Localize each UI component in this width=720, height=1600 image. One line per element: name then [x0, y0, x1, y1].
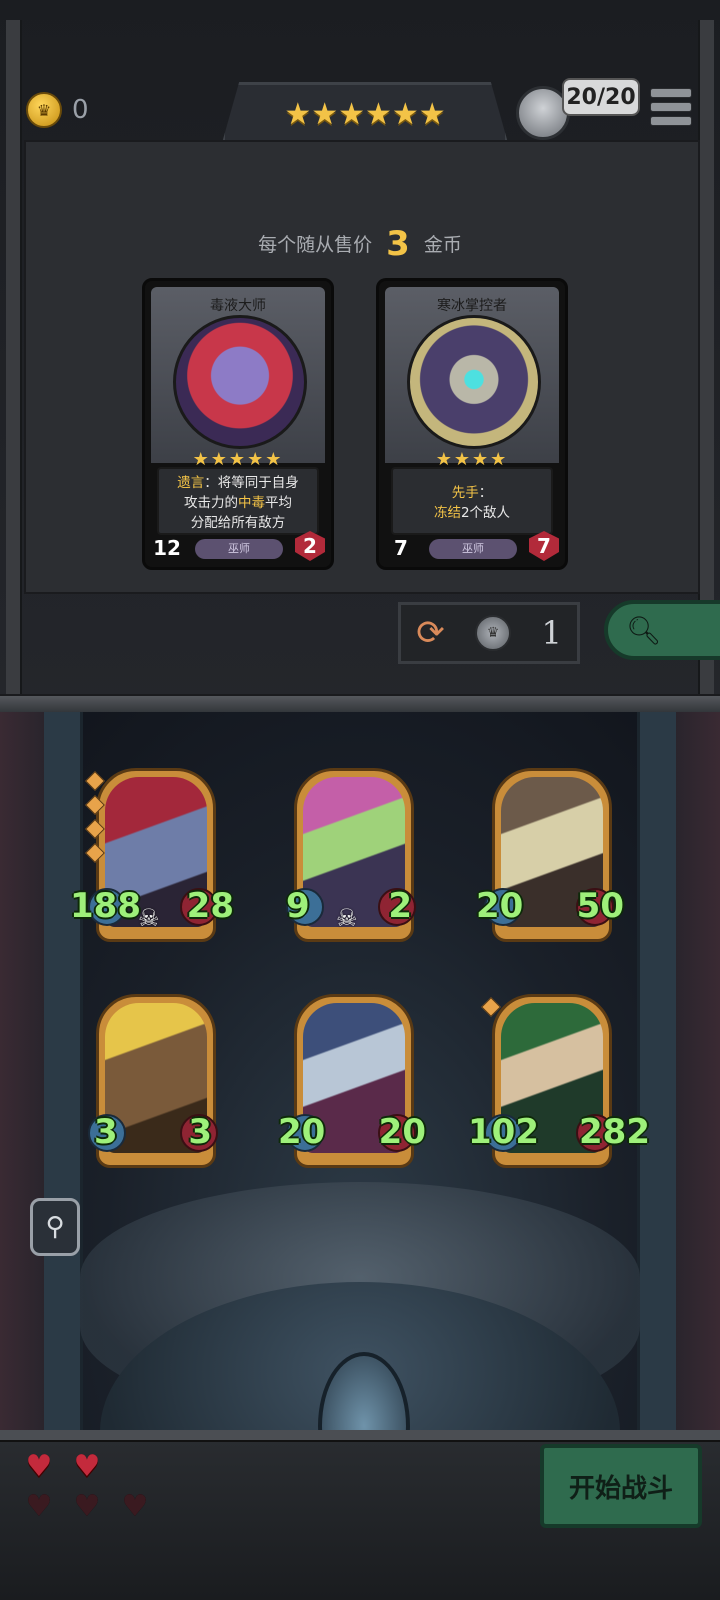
menu-icon[interactable]: [650, 84, 692, 126]
desc-line3: 分配给所有敌方: [190, 515, 286, 531]
keyword-first-strike: 先手: [451, 485, 479, 501]
desc-line2-post: 2个敌人: [460, 505, 511, 521]
right-pillar: [637, 712, 676, 1472]
card-name: 寒冰掌控者: [437, 298, 507, 314]
board-minion-2[interactable]: ☠ 9 2: [286, 768, 416, 944]
heart-icon: ♥: [25, 1489, 53, 1524]
heart-icon: ♥: [121, 1489, 149, 1524]
card-health: 2: [295, 531, 325, 561]
shop-card-venom-master[interactable]: 毒液大师 ★★★★★ 遗言：将等同于自身 攻击力的中毒平均 分配给所有敌方 12…: [142, 278, 334, 570]
heart-icon: ♥: [73, 1449, 101, 1484]
card-tribe: 巫师: [195, 539, 283, 559]
desc-line1: ：将等同于自身: [204, 475, 299, 491]
card-attack: 12: [149, 533, 185, 563]
desc-line2-pre: 攻击力的: [184, 495, 238, 511]
minion-health: 20: [378, 1112, 426, 1152]
refresh-icon: ⟳: [416, 613, 445, 653]
card-description: 遗言：将等同于自身 攻击力的中毒平均 分配给所有敌方: [157, 467, 319, 535]
board-minion-6[interactable]: 102 282: [468, 994, 650, 1170]
card-header: 寒冰掌控者 ★★★★: [385, 287, 559, 470]
keyword-freeze: 冻结: [433, 505, 461, 521]
board-minion-5[interactable]: 20 20: [278, 994, 426, 1170]
shop-card-ice-controller[interactable]: 寒冰掌控者 ★★★★ 先手： 冻结2个敌人 7 巫师 7: [376, 278, 568, 570]
skull-icon: ☠: [138, 904, 160, 932]
gold-count: 0: [72, 95, 89, 125]
price-prefix: 每个随从售价: [258, 234, 373, 256]
left-pillar: [44, 712, 83, 1472]
desc-line2-post: 平均: [265, 495, 292, 511]
card-description: 先手： 冻结2个敌人: [391, 467, 553, 535]
tier-stars: ★★★★★★: [284, 96, 446, 132]
magnifier-icon: ⚲: [45, 1212, 65, 1242]
card-health: 7: [529, 531, 559, 561]
skull-icon: ☠: [336, 904, 358, 932]
price-info: 每个随从售价 3 金币: [0, 224, 720, 264]
price-value: 3: [386, 224, 410, 264]
card-tribe: 巫师: [429, 539, 517, 559]
shop-area: [24, 140, 700, 594]
keyword-deathrattle: 遗言: [177, 475, 205, 491]
board-minion-4[interactable]: 3 3: [88, 994, 218, 1170]
card-name: 毒液大师: [210, 298, 266, 314]
upgrade-gems: [481, 994, 501, 1024]
inspect-lens-button[interactable]: ⚲: [30, 1198, 80, 1256]
start-battle-button[interactable]: 开始战斗: [540, 1444, 702, 1528]
tavern-tier-tab: ★★★★★★: [222, 82, 508, 143]
minion-health: 3: [188, 1112, 212, 1152]
minion-attack: 9: [286, 886, 310, 926]
card-portrait: [173, 315, 307, 449]
crown-coin-icon: ♛: [26, 92, 62, 128]
minion-health: 50: [576, 886, 624, 926]
board-minion-1[interactable]: ☠ 188 28: [70, 768, 234, 944]
minion-attack: 3: [94, 1112, 118, 1152]
card-header: 毒液大师 ★★★★★: [151, 287, 325, 470]
minion-health: 28: [186, 886, 234, 926]
gold-display: ♛ 0: [26, 92, 89, 128]
minion-attack: 102: [468, 1112, 539, 1152]
heart-icon: ♥: [25, 1449, 53, 1484]
heart-icon: ♥: [73, 1489, 101, 1524]
upgrade-gems: [85, 768, 105, 870]
minion-attack: 20: [278, 1112, 326, 1152]
minion-health: 282: [579, 1112, 650, 1152]
reroll-button[interactable]: ⟳ ♛ 1: [398, 602, 580, 664]
board-minion-3[interactable]: 20 50: [476, 768, 624, 944]
card-attack: 7: [383, 533, 419, 563]
desc-line1: ：: [478, 485, 493, 501]
magnifier-icon: 🔍︎: [626, 613, 662, 647]
crown-coin-icon: ♛: [475, 615, 512, 651]
population-badge: 20/20: [562, 78, 640, 116]
minion-health: 2: [388, 886, 412, 926]
minion-attack: 188: [70, 886, 141, 926]
card-portrait: [407, 315, 541, 449]
footer-trim: [0, 1430, 720, 1442]
reroll-cost: 1: [541, 614, 562, 652]
search-button[interactable]: 🔍︎: [604, 600, 720, 660]
price-suffix: 金币: [423, 234, 462, 256]
minion-attack: 20: [476, 886, 524, 926]
keyword-poison: 中毒: [238, 495, 265, 511]
